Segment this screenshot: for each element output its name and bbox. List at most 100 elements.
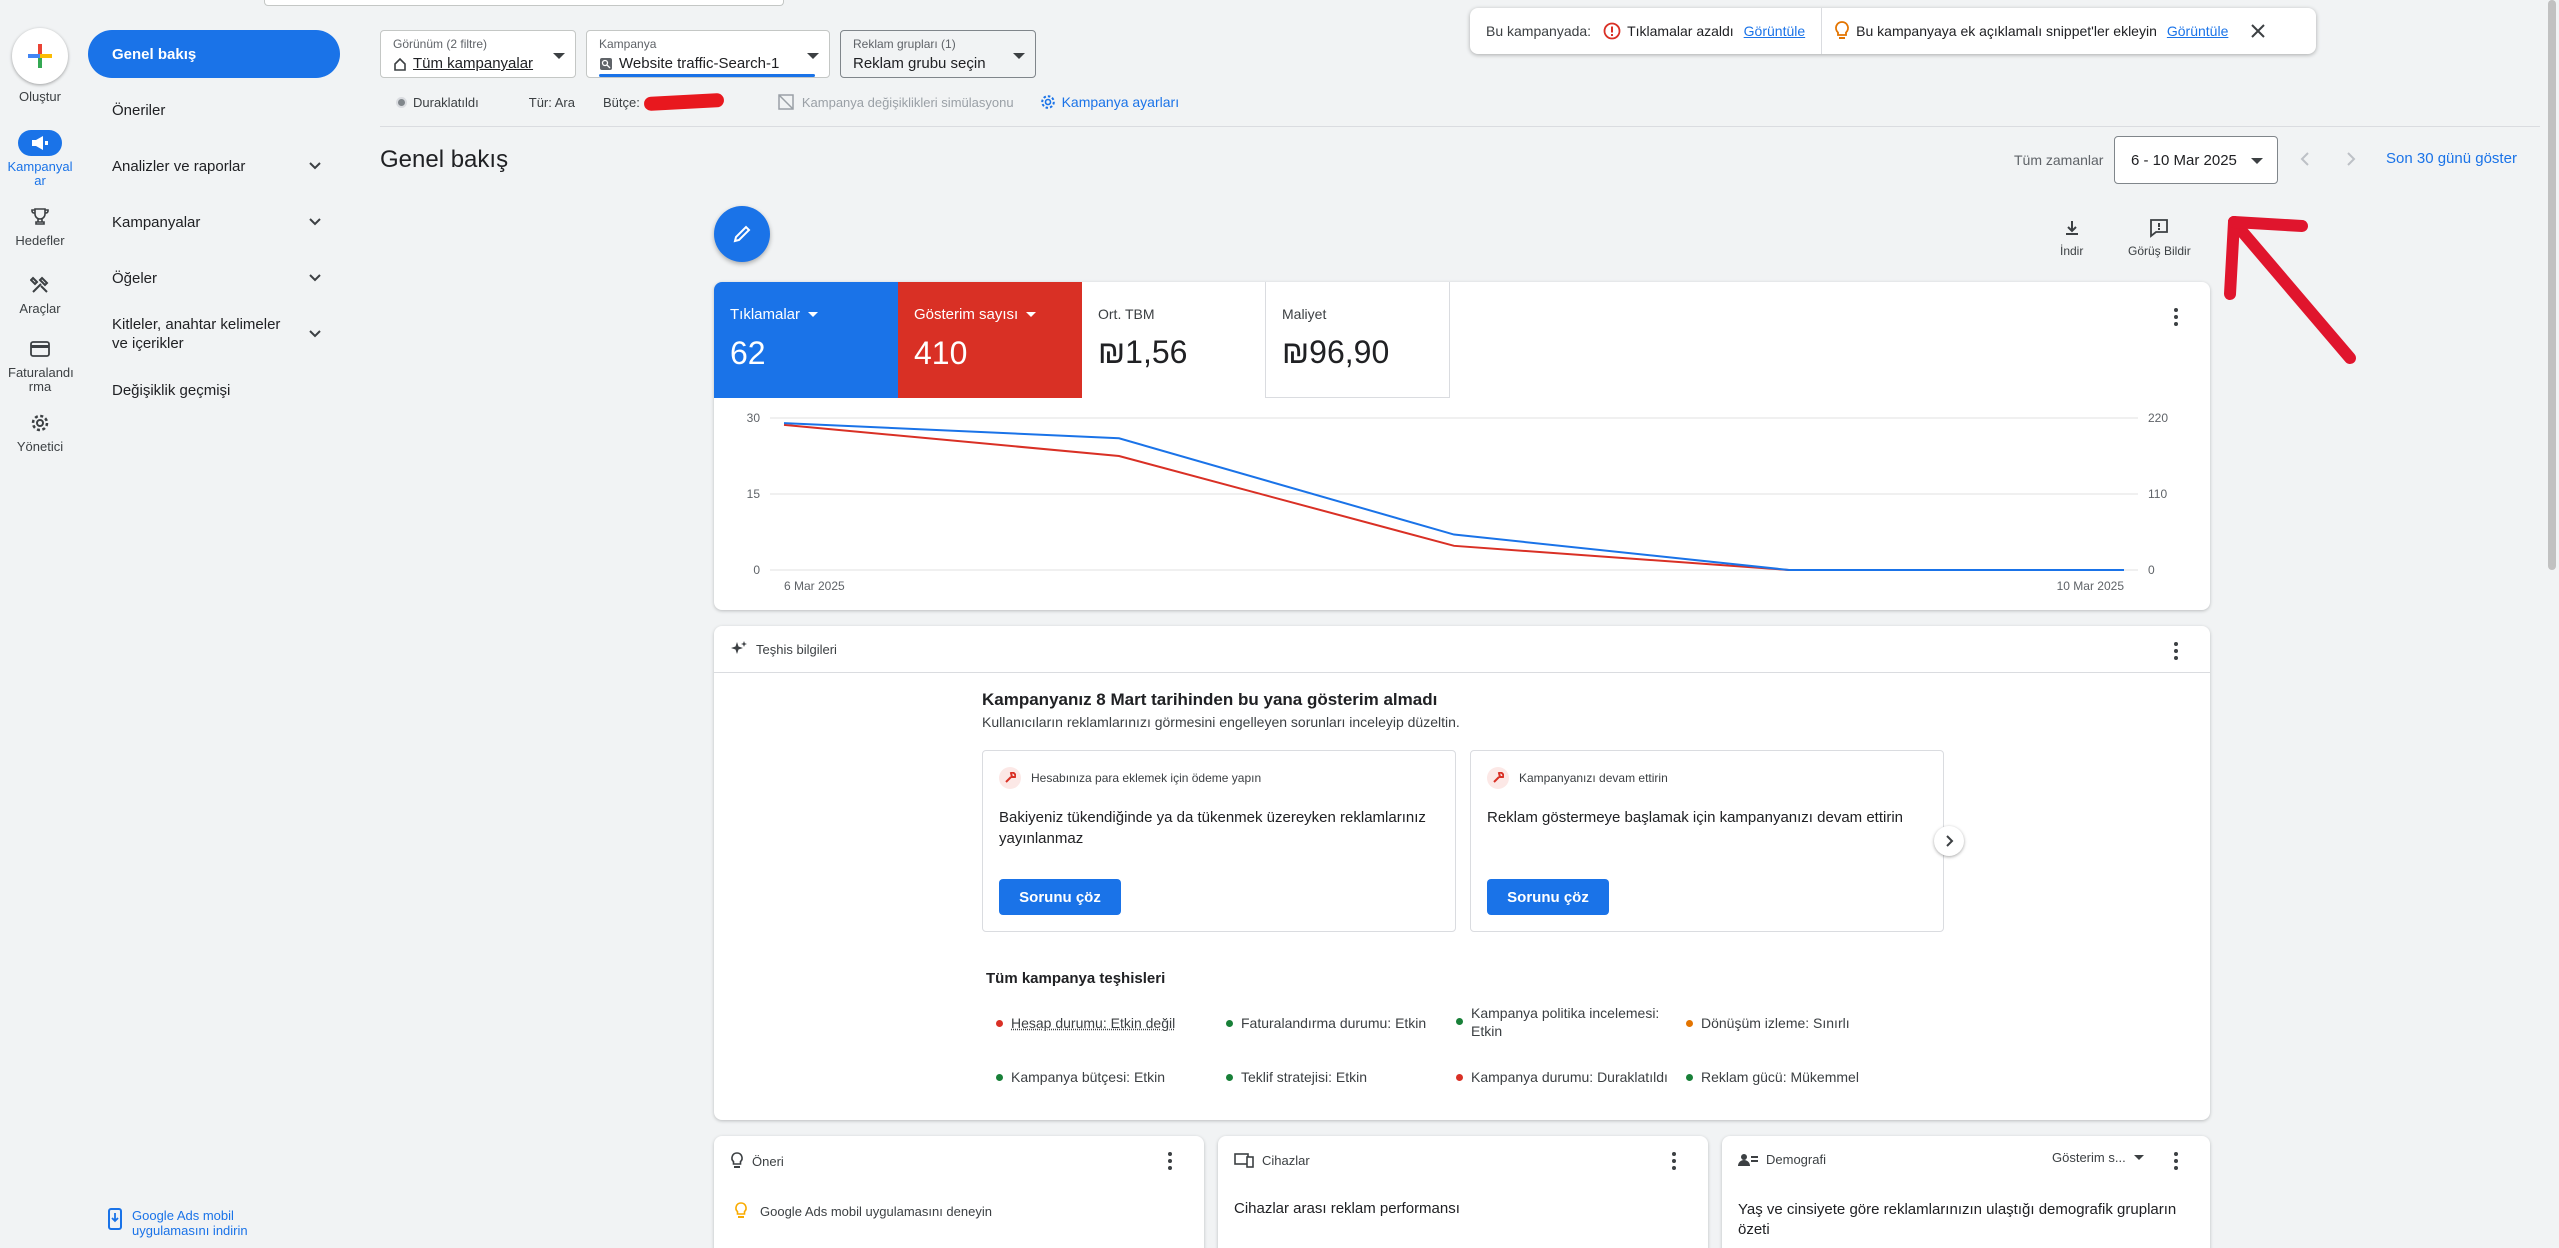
- sidebar-item-campaigns[interactable]: Kampanyalar: [88, 210, 348, 234]
- rail-item-tools[interactable]: Araçlar: [0, 272, 80, 316]
- alert-icon: [1603, 22, 1621, 40]
- more-options-icon[interactable]: [2174, 642, 2178, 663]
- budget-redacted: [643, 92, 725, 112]
- more-options-icon[interactable]: [1672, 1152, 1676, 1173]
- diagnostic-stat: Kampanya bütçesi: Etkin: [996, 1068, 1165, 1086]
- campaign-select-underline: [599, 74, 815, 77]
- annotation-arrow: [2224, 216, 2356, 364]
- search-box-edge[interactable]: [264, 0, 784, 6]
- sidebar-item-insights[interactable]: Analizler ve raporlar: [88, 154, 348, 178]
- campaign-settings-link[interactable]: Kampanya ayarları: [1040, 94, 1179, 110]
- download-button[interactable]: İndir: [2060, 218, 2083, 258]
- chevron-down-icon: [309, 218, 321, 226]
- feedback-button[interactable]: Görüş Bildir: [2128, 218, 2191, 258]
- lightbulb-icon: [731, 1152, 743, 1168]
- diagnostic-tag-label: Hesabınıza para eklemek için ödeme yapın: [1031, 771, 1262, 785]
- rail-item-campaigns[interactable]: Kampanyal ar: [0, 130, 80, 188]
- devices-title: Cihazlar: [1262, 1152, 1310, 1168]
- download-label: İndir: [2060, 244, 2084, 258]
- left-rail: Oluştur Kampanyal ar Hedefler Araçlar Fa…: [0, 0, 80, 1248]
- date-range-value: 6 - 10 Mar 2025: [2131, 151, 2237, 169]
- dropdown-caret-icon: [553, 53, 565, 59]
- rail-item-goals[interactable]: Hedefler: [0, 204, 80, 248]
- devices-subtitle: Cihazlar arası reklam performansı: [1234, 1200, 1460, 1217]
- mobile-app-link[interactable]: Google Ads mobil uygulamasını indirin: [108, 1208, 262, 1238]
- diagnostic-card-resume: Kampanyanızı devam ettirin Reklam göster…: [1470, 750, 1944, 932]
- performance-chart: 0 15 30 0 110 220 6 Mar 2025 10 Mar 2025: [747, 411, 2169, 593]
- dropdown-caret-icon: [807, 53, 819, 59]
- y-tick-left: 15: [747, 487, 761, 501]
- page-scrollbar[interactable]: [2545, 0, 2559, 1248]
- date-range-picker[interactable]: 6 - 10 Mar 2025: [2114, 136, 2278, 184]
- diagnostic-tag-label: Kampanyanızı devam ettirin: [1519, 771, 1668, 785]
- campaign-state: Duraklatıldı: [413, 94, 479, 110]
- previous-period-icon[interactable]: [2296, 150, 2314, 168]
- sidebar-item-label: Analizler ve raporlar: [112, 157, 246, 175]
- credit-card-icon: [18, 336, 62, 362]
- carousel-next-button[interactable]: [1934, 826, 1964, 856]
- metric-impressions[interactable]: Gösterim sayısı 410: [898, 282, 1082, 398]
- metric-label: Ort. TBM: [1098, 306, 1155, 322]
- chevron-down-icon: [309, 330, 321, 338]
- x-tick-label: 10 Mar 2025: [2057, 579, 2125, 593]
- sidebar-item-label: Öneriler: [112, 101, 166, 119]
- campaign-select-value: Website traffic-Search-1: [599, 55, 779, 72]
- diagnostics-card: Teşhis bilgileri: [714, 626, 2210, 1120]
- rail-label: Araçlar: [19, 301, 61, 316]
- rail-label: Faturalandı rma: [8, 365, 74, 394]
- view-filter-text: Tüm kampanyalar: [413, 55, 534, 72]
- sidebar-item-label: Kampanyalar: [112, 213, 201, 231]
- download-icon: [2065, 221, 2078, 235]
- edit-button[interactable]: [714, 206, 770, 262]
- metric-dropdown-icon: [808, 312, 819, 317]
- metric-clicks-header: Tıklamalar: [730, 306, 898, 323]
- more-options-icon[interactable]: [2174, 308, 2178, 329]
- recommendation-text: Google Ads mobil uygulamasını deneyin: [760, 1203, 992, 1219]
- diagnostic-stat-label: Kampanya durumu: Duraklatıldı: [1471, 1069, 1668, 1085]
- more-options-icon[interactable]: [1168, 1152, 1172, 1173]
- demographics-metric-select[interactable]: Gösterim s...: [2052, 1150, 2144, 1165]
- recommendation-header: Öneri: [730, 1152, 784, 1170]
- rail-item-billing[interactable]: Faturalandı rma: [0, 336, 80, 394]
- last-30-days-link[interactable]: Son 30 günü göster: [2386, 150, 2517, 167]
- metric-clicks[interactable]: Tıklamalar 62: [714, 282, 898, 398]
- metric-avg-cpc[interactable]: Ort. TBM ₪1,56: [1082, 282, 1266, 398]
- status-dot: [996, 1074, 1003, 1081]
- campaign-select[interactable]: Kampanya Website traffic-Search-1: [586, 30, 830, 78]
- view-filter-select[interactable]: Görünüm (2 filtre) Tüm kampanyalar: [380, 30, 576, 78]
- notice-view-link-2[interactable]: Görüntüle: [2167, 23, 2228, 39]
- x-tick-label: 6 Mar 2025: [784, 579, 845, 593]
- more-options-icon[interactable]: [2174, 1152, 2178, 1173]
- y-tick-left: 0: [753, 563, 760, 577]
- diagnostic-stat: Reklam gücü: Mükemmel: [1686, 1068, 1859, 1086]
- fix-issue-button[interactable]: Sorunu çöz: [1487, 879, 1609, 915]
- diagnostic-stat[interactable]: Hesap durumu: Etkin değil: [996, 1014, 1175, 1032]
- diagnostic-stat: Faturalandırma durumu: Etkin: [1226, 1014, 1426, 1032]
- dropdown-caret-icon: [1013, 53, 1025, 59]
- simulation-icon: [778, 94, 794, 110]
- fix-issue-button[interactable]: Sorunu çöz: [999, 879, 1121, 915]
- scrollbar-thumb[interactable]: [2548, 0, 2556, 570]
- notice-tip-text: Bu kampanyaya ek açıklamalı snippet'ler …: [1856, 23, 2157, 39]
- status-dot: [1686, 1020, 1693, 1027]
- megaphone-icon: [18, 130, 62, 156]
- sidebar-item-audiences[interactable]: Kitleler, anahtar kelimeler ve içerikler: [88, 314, 348, 354]
- ad-group-select[interactable]: Reklam grupları (1) Reklam grubu seçin: [840, 30, 1036, 78]
- metric-cost[interactable]: Maliyet ₪96,90: [1266, 282, 1450, 398]
- status-dot: [996, 1020, 1003, 1027]
- next-period-icon[interactable]: [2342, 150, 2360, 168]
- create-button[interactable]: [12, 28, 68, 84]
- series-line-clicks: [783, 422, 2124, 571]
- rail-item-admin[interactable]: Yönetici: [0, 410, 80, 454]
- notice-view-link-1[interactable]: Görüntüle: [1744, 23, 1805, 39]
- sidebar-item-change-history[interactable]: Değişiklik geçmişi: [88, 378, 420, 402]
- diagnostic-stat: Teklif stratejisi: Etkin: [1226, 1068, 1367, 1086]
- sidebar-item-overview[interactable]: Genel bakış: [88, 30, 340, 78]
- sidebar-item-recommendations[interactable]: Öneriler: [88, 98, 420, 122]
- diagnostic-stat-label: Dönüşüm izleme: Sınırlı: [1701, 1015, 1850, 1031]
- demographics-subtitle: Yaş ve cinsiyete göre reklamlarınızın ul…: [1738, 1201, 2177, 1238]
- close-icon[interactable]: [2250, 23, 2266, 39]
- sidebar-item-assets[interactable]: Öğeler: [88, 266, 348, 290]
- campaign-type: Tür: Ara: [528, 94, 575, 110]
- diagnostic-stat: Kampanya politika incelemesi: Etkin: [1456, 1004, 1666, 1040]
